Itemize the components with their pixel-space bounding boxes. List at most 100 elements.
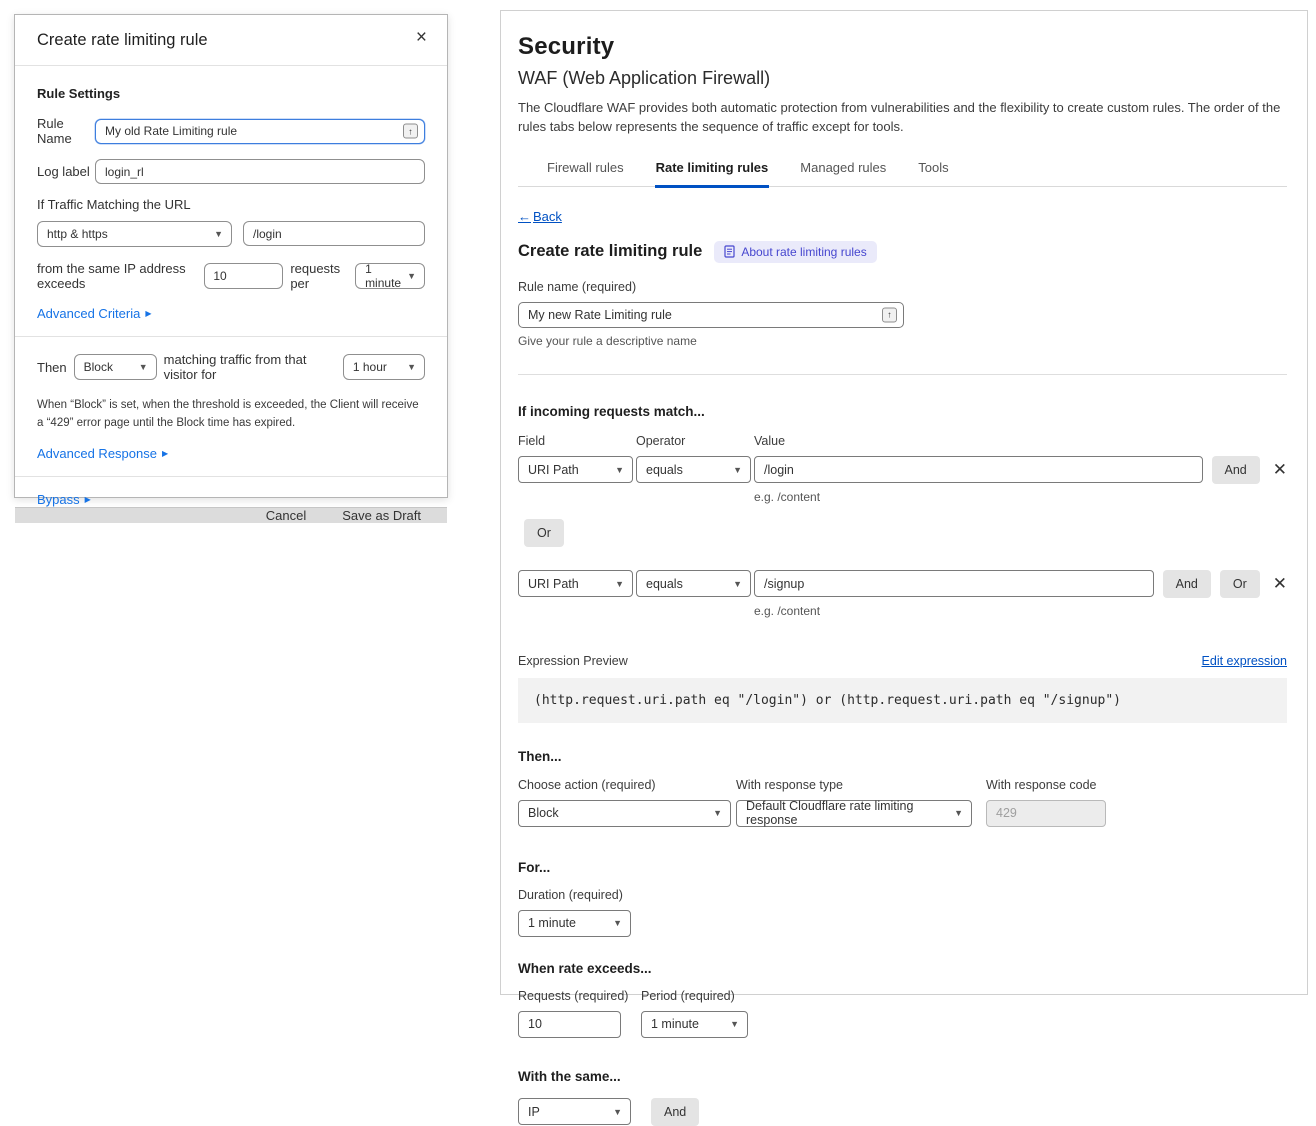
- requests-count-input[interactable]: [204, 263, 283, 289]
- value-hint: e.g. /content: [754, 490, 1287, 504]
- match-row-1: URI Path ▼ equals ▼ And ✕: [518, 456, 1287, 484]
- traffic-match-row: http & https ▼: [37, 221, 425, 247]
- field-select[interactable]: URI Path ▼: [518, 570, 633, 597]
- rule-name-help: Give your rule a descriptive name: [518, 334, 1287, 348]
- autofill-extension-icon[interactable]: ↑: [403, 124, 418, 139]
- value-input[interactable]: [754, 570, 1154, 597]
- threshold-middle: requests per: [290, 261, 348, 291]
- page-title: Security: [518, 33, 1287, 61]
- tab-rate-limiting-rules[interactable]: Rate limiting rules: [655, 154, 770, 188]
- autofill-extension-icon[interactable]: ↑: [882, 307, 897, 322]
- arrow-left-icon: ←: [518, 209, 531, 224]
- chevron-down-icon: ▼: [139, 362, 148, 372]
- url-pattern-input[interactable]: [243, 221, 425, 246]
- operator-column-label: Operator: [636, 434, 754, 448]
- back-link[interactable]: ←Back: [518, 209, 562, 224]
- dialog-header: Create rate limiting rule ×: [15, 15, 447, 66]
- log-label-label: Log label: [37, 164, 95, 179]
- log-label-row: Log label: [37, 159, 425, 184]
- same-section-title: With the same...: [518, 1069, 1287, 1084]
- advanced-criteria-link[interactable]: Advanced Criteria ▶: [37, 306, 151, 321]
- for-section-title: For...: [518, 860, 1287, 875]
- threshold-row: from the same IP address exceeds request…: [37, 261, 425, 291]
- rate-section-title: When rate exceeds...: [518, 961, 1287, 976]
- match-section-title: If incoming requests match...: [518, 404, 1287, 419]
- page-subtitle: WAF (Web Application Firewall): [518, 68, 1287, 89]
- security-waf-panel: Security WAF (Web Application Firewall) …: [500, 10, 1308, 995]
- form-title: Create rate limiting rule: [518, 242, 702, 261]
- chevron-down-icon: ▼: [615, 465, 624, 475]
- cancel-button[interactable]: Cancel: [266, 508, 306, 523]
- value-column-label: Value: [754, 434, 785, 448]
- and-button[interactable]: And: [1212, 456, 1260, 484]
- period-select[interactable]: 1 minute ▼: [355, 263, 425, 289]
- expression-preview-code: (http.request.uri.path eq "/login") or (…: [518, 678, 1287, 723]
- then-section-title: Then...: [518, 749, 1287, 764]
- chevron-down-icon: ▼: [613, 918, 622, 928]
- period-label: Period (required): [641, 989, 735, 1003]
- same-row: IP ▼ And: [518, 1098, 1287, 1126]
- remove-row-icon[interactable]: ✕: [1273, 575, 1287, 592]
- chevron-down-icon: ▼: [407, 271, 416, 281]
- duration-label: Duration (required): [518, 888, 1287, 902]
- triangle-right-icon: ▶: [162, 449, 168, 458]
- chevron-down-icon: ▼: [407, 362, 416, 372]
- requests-input[interactable]: [518, 1011, 621, 1038]
- close-icon[interactable]: ×: [416, 31, 427, 45]
- scheme-select[interactable]: http & https ▼: [37, 221, 232, 247]
- chevron-down-icon: ▼: [730, 1019, 739, 1029]
- expression-preview-row: Expression Preview Edit expression: [518, 654, 1287, 668]
- chevron-down-icon: ▼: [713, 808, 722, 818]
- divider: [15, 476, 447, 477]
- block-duration-select[interactable]: 1 hour ▼: [343, 354, 425, 380]
- and-button[interactable]: And: [1163, 570, 1211, 598]
- rule-name-input[interactable]: [518, 302, 904, 328]
- chevron-down-icon: ▼: [733, 579, 742, 589]
- operator-select[interactable]: equals ▼: [636, 570, 751, 597]
- action-select[interactable]: Block ▼: [74, 354, 157, 380]
- form-title-row: Create rate limiting rule About rate lim…: [518, 241, 1287, 263]
- operator-select[interactable]: equals ▼: [636, 456, 751, 483]
- document-icon: [724, 245, 735, 258]
- rule-name-row: Rule Name ↑: [37, 116, 425, 146]
- rate-row: 1 minute ▼: [518, 1011, 1287, 1038]
- traffic-match-label: If Traffic Matching the URL: [37, 197, 425, 212]
- divider: [15, 336, 447, 337]
- action-select[interactable]: Block ▼: [518, 800, 731, 827]
- then-middle: matching traffic from that visitor for: [164, 352, 336, 382]
- rule-name-input[interactable]: [95, 119, 425, 144]
- response-type-select[interactable]: Default Cloudflare rate limiting respons…: [736, 800, 972, 827]
- characteristic-select[interactable]: IP ▼: [518, 1098, 631, 1125]
- save-as-draft-button[interactable]: Save as Draft: [342, 508, 421, 523]
- tab-managed-rules[interactable]: Managed rules: [799, 154, 887, 186]
- and-characteristic-button[interactable]: And: [651, 1098, 699, 1126]
- or-button[interactable]: Or: [1220, 570, 1260, 598]
- response-code-input-disabled: 429: [986, 800, 1106, 827]
- tab-firewall-rules[interactable]: Firewall rules: [546, 154, 625, 186]
- choose-action-label: Choose action (required): [518, 778, 731, 792]
- chevron-down-icon: ▼: [214, 229, 223, 239]
- field-select[interactable]: URI Path ▼: [518, 456, 633, 483]
- remove-row-icon[interactable]: ✕: [1273, 461, 1287, 478]
- waf-tabs: Firewall rules Rate limiting rules Manag…: [518, 154, 1287, 187]
- value-input[interactable]: [754, 456, 1203, 483]
- page-description: The Cloudflare WAF provides both automat…: [518, 99, 1286, 137]
- block-note: When “Block” is set, when the threshold …: [37, 397, 425, 433]
- or-connector-button[interactable]: Or: [524, 519, 564, 547]
- value-hint: e.g. /content: [754, 604, 1287, 618]
- log-label-input[interactable]: [95, 159, 425, 184]
- rate-labels: Requests (required) Period (required): [518, 989, 1287, 1003]
- divider: [518, 374, 1287, 375]
- bypass-link[interactable]: Bypass ▶: [37, 492, 91, 507]
- edit-expression-link[interactable]: Edit expression: [1202, 654, 1287, 668]
- about-rate-limiting-badge[interactable]: About rate limiting rules: [714, 241, 876, 263]
- tab-tools[interactable]: Tools: [917, 154, 949, 186]
- response-type-label: With response type: [736, 778, 972, 792]
- period-select[interactable]: 1 minute ▼: [641, 1011, 748, 1038]
- triangle-right-icon: ▶: [85, 495, 91, 504]
- advanced-response-link[interactable]: Advanced Response ▶: [37, 446, 168, 461]
- rule-name-label: Rule Name: [37, 116, 95, 146]
- threshold-prefix: from the same IP address exceeds: [37, 261, 197, 291]
- duration-select[interactable]: 1 minute ▼: [518, 910, 631, 937]
- then-label: Then: [37, 360, 67, 375]
